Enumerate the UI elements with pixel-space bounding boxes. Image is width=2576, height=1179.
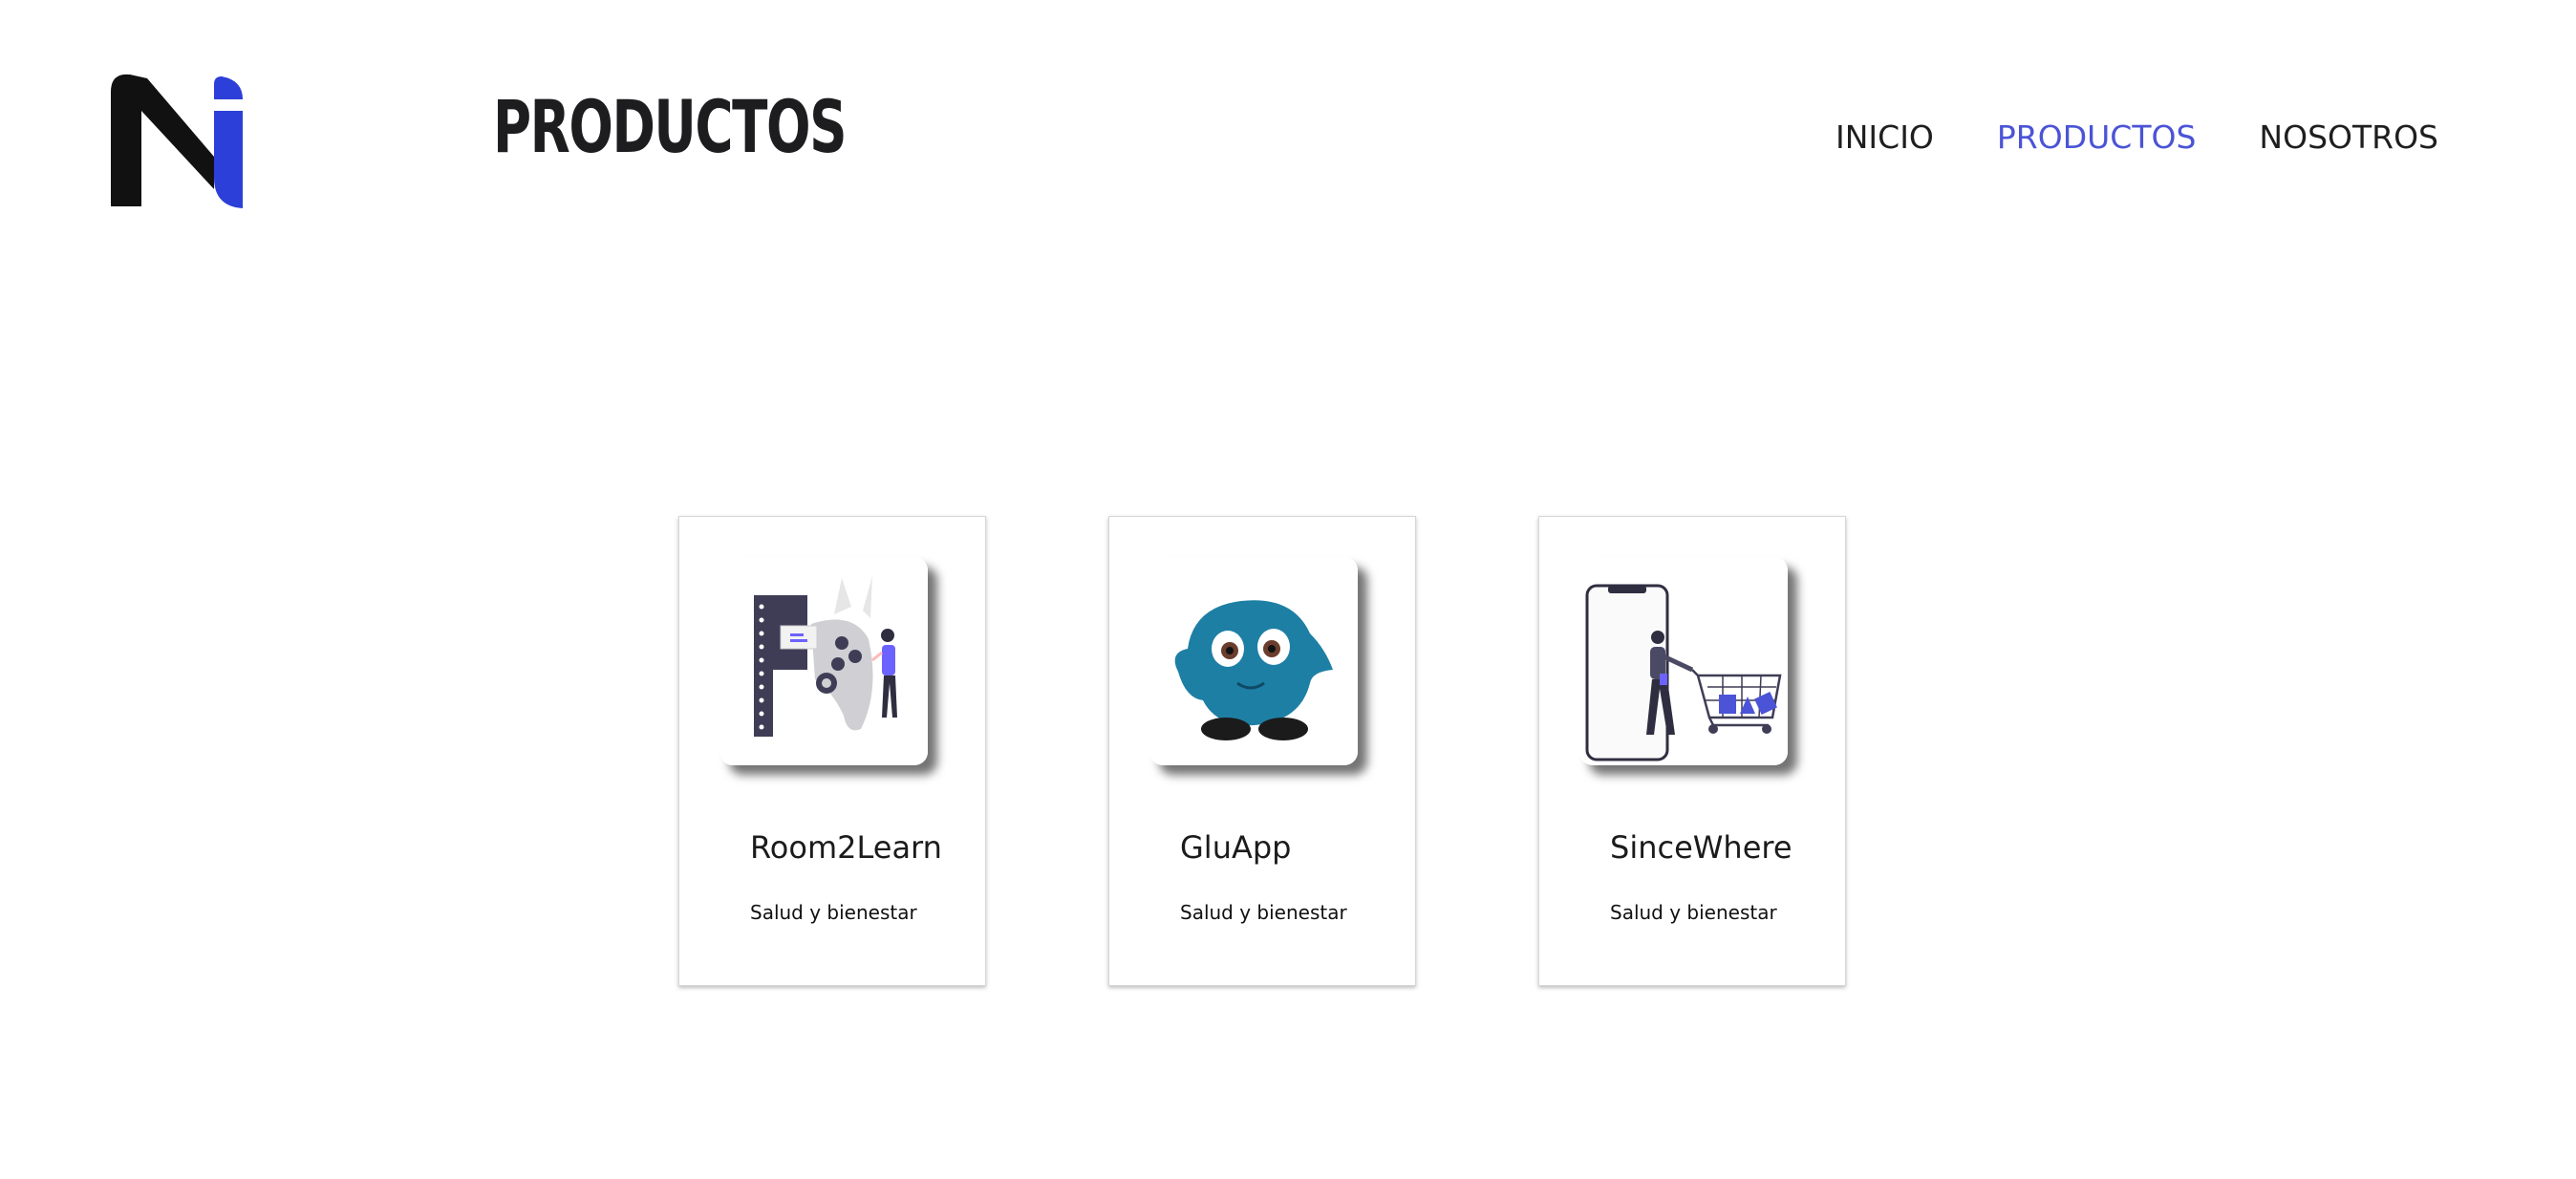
product-card-sincewhere[interactable]: SinceWhere Salud y bienestar	[1538, 516, 1846, 986]
nav-item-inicio[interactable]: INICIO	[1835, 113, 1934, 162]
page: PRODUCTOS INICIO PRODUCTOS NOSOTROS Room…	[0, 0, 2576, 1179]
nav-item-nosotros[interactable]: NOSOTROS	[2259, 113, 2438, 162]
ni-logo-icon[interactable]	[109, 73, 245, 208]
product-category: Salud y bienestar	[1610, 901, 1777, 924]
product-card-gluapp[interactable]: GluApp Salud y bienestar	[1108, 516, 1416, 986]
product-category: Salud y bienestar	[750, 901, 917, 924]
nav-item-productos[interactable]: PRODUCTOS	[1997, 113, 2197, 162]
product-name: Room2Learn	[750, 829, 942, 866]
product-grid: Room2Learn Salud y bienestar GluApp Salu…	[678, 516, 1846, 986]
product-category: Salud y bienestar	[1180, 901, 1347, 924]
sincewhere-shopping-illustration-icon	[1579, 557, 1788, 765]
product-name: GluApp	[1180, 829, 1292, 866]
product-name: SinceWhere	[1610, 829, 1792, 866]
page-title: PRODUCTOS	[493, 84, 848, 169]
product-card-room2learn[interactable]: Room2Learn Salud y bienestar	[678, 516, 986, 986]
gluapp-mascot-icon	[1149, 557, 1358, 765]
main-nav: INICIO PRODUCTOS NOSOTROS	[1835, 113, 2438, 162]
room2learn-illustration-icon	[719, 557, 928, 765]
